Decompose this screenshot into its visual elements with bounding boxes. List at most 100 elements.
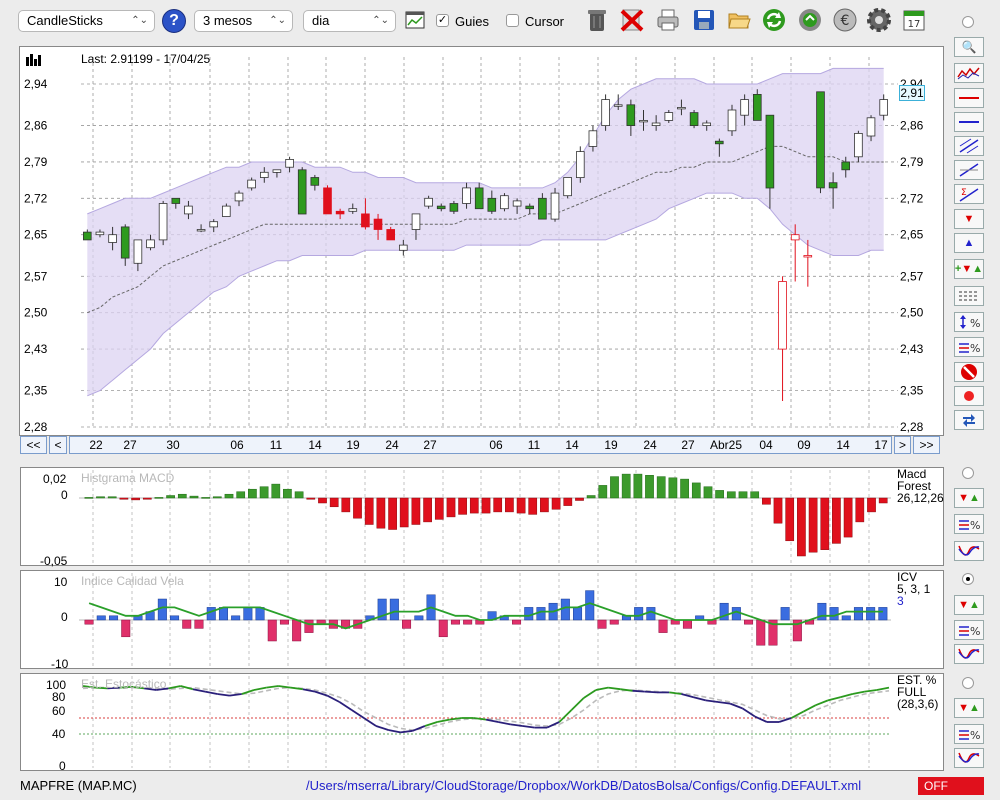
gear-icon[interactable] (865, 6, 893, 34)
print-icon[interactable] (654, 6, 682, 34)
calendar-icon[interactable]: 17 (900, 6, 928, 34)
main-chart-radio[interactable] (962, 16, 974, 28)
svg-text:%: % (970, 317, 980, 330)
stoch-k-segment (278, 685, 291, 689)
euro-coin-icon[interactable]: € (831, 6, 859, 34)
horizontal-line-red-button[interactable] (954, 88, 984, 108)
horizontal-line-blue-button[interactable] (954, 112, 984, 132)
icv-levels-button[interactable]: % (954, 620, 984, 640)
help-button[interactable]: ? (162, 9, 186, 33)
scroll-right-button[interactable]: > (894, 436, 911, 454)
candle-body (373, 218, 383, 230)
stochastic-panel[interactable]: Est. Estocástico 100 80 60 40 0 EST. % F… (20, 673, 944, 773)
channel-icon (959, 138, 979, 154)
indicator-overlay-button[interactable] (954, 63, 984, 83)
icv-bar (157, 598, 167, 621)
icv-bar (853, 607, 863, 621)
macd-bar (621, 473, 631, 499)
icv-bar (206, 607, 216, 621)
oscillator-icon (958, 648, 980, 659)
macd-bar (423, 497, 432, 523)
stoch-curve-button[interactable] (954, 748, 984, 768)
stop-button[interactable] (954, 362, 984, 382)
icv-bar (573, 607, 583, 621)
arrow-up-button[interactable]: ▲ (954, 233, 984, 253)
cursor-checkbox[interactable] (506, 14, 519, 27)
icv-curve-button[interactable] (954, 644, 984, 664)
interval-select[interactable]: dia ⌃⌄ (303, 10, 396, 32)
stoch-radio[interactable] (962, 677, 974, 689)
help-icon: ? (169, 12, 179, 29)
chart-type-select[interactable]: CandleSticks ⌃⌄ (18, 10, 155, 32)
config-path-link[interactable]: /Users/mserra/Library/CloudStorage/Dropb… (306, 778, 861, 793)
macd-bar (516, 497, 526, 514)
scroll-far-right-button[interactable]: >> (913, 436, 940, 454)
arrow-down-button[interactable]: ▼ (954, 209, 984, 229)
x-tick-label: 24 (643, 438, 657, 452)
icv-bar (560, 598, 570, 621)
macd-bar (294, 491, 304, 499)
candle-body (538, 197, 547, 220)
candle-body (790, 234, 800, 241)
guides-checkbox[interactable]: ✓ (436, 14, 449, 27)
volume-bars-icon[interactable] (26, 52, 44, 69)
macd-bar (808, 497, 818, 553)
date-axis-bar[interactable]: 22 27 30 06 11 14 19 24 27 06 11 14 19 24 27 Abr25 04 09 1… (69, 436, 892, 454)
icv-bar (463, 619, 473, 625)
current-price-tag: 2,91 (899, 85, 925, 101)
macd-bar (248, 488, 257, 499)
macd-y-zero: 0 (61, 488, 68, 502)
icv-signals-button[interactable]: ▼▲ (954, 595, 984, 615)
scroll-far-left-button[interactable]: << (20, 436, 47, 454)
chart-window-icon[interactable] (401, 6, 429, 34)
scroll-left-button[interactable]: < (49, 436, 67, 454)
zoom-button[interactable]: 🔍 (954, 37, 984, 57)
icv-radio[interactable] (962, 573, 974, 585)
lines-percent-icon: % (959, 342, 980, 355)
grid-lines-button[interactable] (954, 286, 984, 306)
macd-levels-button[interactable]: % (954, 514, 984, 534)
delete-icon[interactable] (618, 6, 646, 34)
stoch-signals-button[interactable]: ▼▲ (954, 698, 984, 718)
off-status-badge[interactable]: OFF (918, 777, 984, 795)
macd-radio[interactable] (962, 467, 974, 479)
candle-body (639, 120, 648, 123)
folder-open-icon[interactable] (725, 6, 753, 34)
trash-icon[interactable] (583, 6, 611, 34)
channel-button[interactable] (954, 136, 984, 156)
icv-panel[interactable]: Indice Calidad Vela 10 0 -10 ICV 5, 3, 1… (20, 570, 944, 671)
macd-y-top: 0,02 (43, 472, 67, 486)
macd-panel[interactable]: Histgrama MACD 0,02 0 -0,05 Macd Forest … (20, 467, 944, 568)
oscillator-icon (958, 545, 980, 556)
save-icon[interactable] (690, 6, 718, 34)
y-tick-right: 2,50 (900, 306, 924, 320)
macd-bar (306, 497, 316, 500)
x-tick-label: 06 (489, 438, 503, 452)
stoch-k-segment (363, 717, 377, 727)
y-tick-left: 2,50 (24, 306, 48, 320)
swap-button[interactable] (954, 410, 984, 430)
add-marker-button[interactable]: +▼▲ (954, 259, 984, 279)
y-tick-left: 2,72 (24, 191, 48, 205)
globe-sync-icon[interactable] (796, 6, 824, 34)
trendline-button[interactable] (954, 160, 984, 180)
record-button[interactable] (954, 386, 984, 406)
candle-body (184, 205, 193, 215)
range-percent-button[interactable]: % (954, 312, 984, 332)
icv-bar (597, 619, 607, 629)
macd-bar (283, 488, 292, 499)
stoch-levels-button[interactable]: % (954, 724, 984, 744)
price-chart-panel[interactable]: 2,94 2,94 2,86 2,86 2,79 2,79 2,72 2,72 2,65 2,65… (19, 46, 944, 436)
refresh-icon[interactable] (760, 6, 788, 34)
macd-curve-button[interactable] (954, 541, 984, 561)
period-select[interactable]: 3 mesos ⌃⌄ (194, 10, 293, 32)
sum-trendline-button[interactable]: Σ (954, 184, 984, 204)
icv-bar (231, 615, 241, 621)
stoch-y-80: 80 (52, 690, 66, 704)
stoch-k-segment (852, 690, 865, 695)
icv-y-top: 10 (54, 575, 68, 589)
macd-bar (212, 496, 222, 499)
macd-signals-button[interactable]: ▼▲ (954, 488, 984, 508)
lines-percent-button[interactable]: % (954, 337, 984, 357)
candle-body (221, 205, 231, 217)
